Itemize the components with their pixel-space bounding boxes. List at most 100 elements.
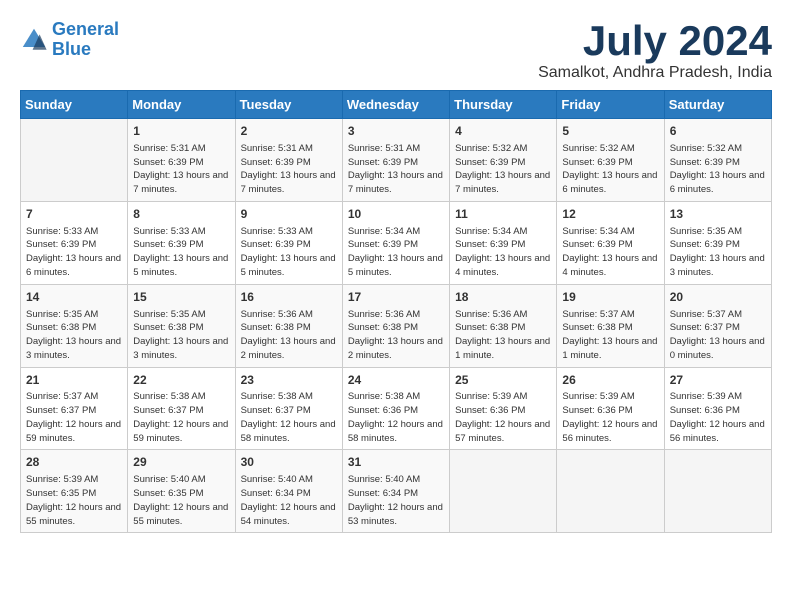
day-number: 7 <box>26 206 122 223</box>
calendar-cell: 3 Sunrise: 5:31 AMSunset: 6:39 PMDaylight… <box>342 119 449 202</box>
weekday-header: Thursday <box>450 91 557 119</box>
calendar-cell: 16 Sunrise: 5:36 AMSunset: 6:38 PMDayligh… <box>235 284 342 367</box>
calendar-cell: 9 Sunrise: 5:33 AMSunset: 6:39 PMDaylight… <box>235 201 342 284</box>
day-number: 14 <box>26 289 122 306</box>
day-info: Sunrise: 5:31 AMSunset: 6:39 PMDaylight:… <box>348 142 444 197</box>
day-number: 27 <box>670 372 766 389</box>
logo: General Blue <box>20 20 119 60</box>
calendar-week-row: 14 Sunrise: 5:35 AMSunset: 6:38 PMDayligh… <box>21 284 772 367</box>
day-number: 10 <box>348 206 444 223</box>
calendar-week-row: 7 Sunrise: 5:33 AMSunset: 6:39 PMDaylight… <box>21 201 772 284</box>
month-title: July 2024 <box>538 20 772 62</box>
title-block: July 2024 Samalkot, Andhra Pradesh, Indi… <box>538 20 772 82</box>
day-info: Sunrise: 5:34 AMSunset: 6:39 PMDaylight:… <box>562 225 658 280</box>
calendar-cell: 27Sunrise: 5:39 AMSunset: 6:36 PMDayligh… <box>664 367 771 450</box>
calendar-cell: 18 Sunrise: 5:36 AMSunset: 6:38 PMDayligh… <box>450 284 557 367</box>
day-info: Sunrise: 5:39 AMSunset: 6:36 PMDaylight:… <box>670 390 766 445</box>
calendar-cell: 26Sunrise: 5:39 AMSunset: 6:36 PMDayligh… <box>557 367 664 450</box>
calendar-cell: 29Sunrise: 5:40 AMSunset: 6:35 PMDayligh… <box>128 450 235 533</box>
weekday-header: Tuesday <box>235 91 342 119</box>
day-info: Sunrise: 5:38 AMSunset: 6:37 PMDaylight:… <box>241 390 337 445</box>
calendar-week-row: 1 Sunrise: 5:31 AMSunset: 6:39 PMDaylight… <box>21 119 772 202</box>
calendar-cell <box>450 450 557 533</box>
day-info: Sunrise: 5:37 AMSunset: 6:37 PMDaylight:… <box>670 308 766 363</box>
calendar-cell: 12 Sunrise: 5:34 AMSunset: 6:39 PMDayligh… <box>557 201 664 284</box>
calendar-cell: 19 Sunrise: 5:37 AMSunset: 6:38 PMDayligh… <box>557 284 664 367</box>
day-info: Sunrise: 5:31 AMSunset: 6:39 PMDaylight:… <box>241 142 337 197</box>
day-info: Sunrise: 5:36 AMSunset: 6:38 PMDaylight:… <box>455 308 551 363</box>
calendar-cell: 23Sunrise: 5:38 AMSunset: 6:37 PMDayligh… <box>235 367 342 450</box>
day-info: Sunrise: 5:39 AMSunset: 6:36 PMDaylight:… <box>562 390 658 445</box>
day-number: 22 <box>133 372 229 389</box>
day-info: Sunrise: 5:35 AMSunset: 6:38 PMDaylight:… <box>26 308 122 363</box>
day-info: Sunrise: 5:33 AMSunset: 6:39 PMDaylight:… <box>26 225 122 280</box>
day-number: 21 <box>26 372 122 389</box>
calendar-week-row: 28 Sunrise: 5:39 AMSunset: 6:35 PMDayligh… <box>21 450 772 533</box>
day-number: 1 <box>133 123 229 140</box>
day-number: 19 <box>562 289 658 306</box>
day-number: 23 <box>241 372 337 389</box>
calendar-cell: 11 Sunrise: 5:34 AMSunset: 6:39 PMDayligh… <box>450 201 557 284</box>
day-number: 31 <box>348 454 444 471</box>
day-number: 6 <box>670 123 766 140</box>
calendar-cell: 15Sunrise: 5:35 AMSunset: 6:38 PMDayligh… <box>128 284 235 367</box>
calendar-cell: 1 Sunrise: 5:31 AMSunset: 6:39 PMDaylight… <box>128 119 235 202</box>
day-number: 16 <box>241 289 337 306</box>
weekday-header: Monday <box>128 91 235 119</box>
day-info: Sunrise: 5:33 AMSunset: 6:39 PMDaylight:… <box>241 225 337 280</box>
day-number: 20 <box>670 289 766 306</box>
calendar-cell: 31Sunrise: 5:40 AMSunset: 6:34 PMDayligh… <box>342 450 449 533</box>
calendar-cell <box>21 119 128 202</box>
weekday-header: Friday <box>557 91 664 119</box>
day-info: Sunrise: 5:32 AMSunset: 6:39 PMDaylight:… <box>562 142 658 197</box>
weekday-header-row: SundayMondayTuesdayWednesdayThursdayFrid… <box>21 91 772 119</box>
day-number: 11 <box>455 206 551 223</box>
calendar-cell: 4 Sunrise: 5:32 AMSunset: 6:39 PMDaylight… <box>450 119 557 202</box>
calendar-cell: 5 Sunrise: 5:32 AMSunset: 6:39 PMDaylight… <box>557 119 664 202</box>
calendar-cell: 22Sunrise: 5:38 AMSunset: 6:37 PMDayligh… <box>128 367 235 450</box>
day-number: 2 <box>241 123 337 140</box>
day-info: Sunrise: 5:37 AMSunset: 6:38 PMDaylight:… <box>562 308 658 363</box>
logo-icon <box>20 26 48 54</box>
calendar-cell: 14 Sunrise: 5:35 AMSunset: 6:38 PMDayligh… <box>21 284 128 367</box>
day-info: Sunrise: 5:34 AMSunset: 6:39 PMDaylight:… <box>455 225 551 280</box>
day-info: Sunrise: 5:33 AMSunset: 6:39 PMDaylight:… <box>133 225 229 280</box>
day-number: 25 <box>455 372 551 389</box>
day-number: 4 <box>455 123 551 140</box>
calendar-cell: 2 Sunrise: 5:31 AMSunset: 6:39 PMDaylight… <box>235 119 342 202</box>
day-info: Sunrise: 5:36 AMSunset: 6:38 PMDaylight:… <box>348 308 444 363</box>
day-number: 18 <box>455 289 551 306</box>
calendar-cell: 6 Sunrise: 5:32 AMSunset: 6:39 PMDaylight… <box>664 119 771 202</box>
location-subtitle: Samalkot, Andhra Pradesh, India <box>538 64 772 82</box>
day-info: Sunrise: 5:31 AMSunset: 6:39 PMDaylight:… <box>133 142 229 197</box>
day-number: 3 <box>348 123 444 140</box>
day-number: 15 <box>133 289 229 306</box>
day-number: 30 <box>241 454 337 471</box>
calendar-cell: 21Sunrise: 5:37 AMSunset: 6:37 PMDayligh… <box>21 367 128 450</box>
calendar-cell: 25Sunrise: 5:39 AMSunset: 6:36 PMDayligh… <box>450 367 557 450</box>
day-number: 26 <box>562 372 658 389</box>
calendar-table: SundayMondayTuesdayWednesdayThursdayFrid… <box>20 90 772 533</box>
calendar-week-row: 21Sunrise: 5:37 AMSunset: 6:37 PMDayligh… <box>21 367 772 450</box>
day-info: Sunrise: 5:39 AMSunset: 6:36 PMDaylight:… <box>455 390 551 445</box>
calendar-cell <box>557 450 664 533</box>
day-info: Sunrise: 5:32 AMSunset: 6:39 PMDaylight:… <box>455 142 551 197</box>
day-info: Sunrise: 5:39 AMSunset: 6:35 PMDaylight:… <box>26 473 122 528</box>
day-number: 13 <box>670 206 766 223</box>
calendar-cell: 13Sunrise: 5:35 AMSunset: 6:39 PMDayligh… <box>664 201 771 284</box>
day-number: 5 <box>562 123 658 140</box>
day-info: Sunrise: 5:36 AMSunset: 6:38 PMDaylight:… <box>241 308 337 363</box>
calendar-cell: 30 Sunrise: 5:40 AMSunset: 6:34 PMDayligh… <box>235 450 342 533</box>
page-header: General Blue July 2024 Samalkot, Andhra … <box>20 20 772 82</box>
day-number: 17 <box>348 289 444 306</box>
day-number: 8 <box>133 206 229 223</box>
day-info: Sunrise: 5:32 AMSunset: 6:39 PMDaylight:… <box>670 142 766 197</box>
calendar-cell: 20 Sunrise: 5:37 AMSunset: 6:37 PMDayligh… <box>664 284 771 367</box>
calendar-cell: 28 Sunrise: 5:39 AMSunset: 6:35 PMDayligh… <box>21 450 128 533</box>
day-number: 28 <box>26 454 122 471</box>
day-info: Sunrise: 5:40 AMSunset: 6:34 PMDaylight:… <box>241 473 337 528</box>
calendar-cell <box>664 450 771 533</box>
weekday-header: Saturday <box>664 91 771 119</box>
day-number: 12 <box>562 206 658 223</box>
day-number: 9 <box>241 206 337 223</box>
